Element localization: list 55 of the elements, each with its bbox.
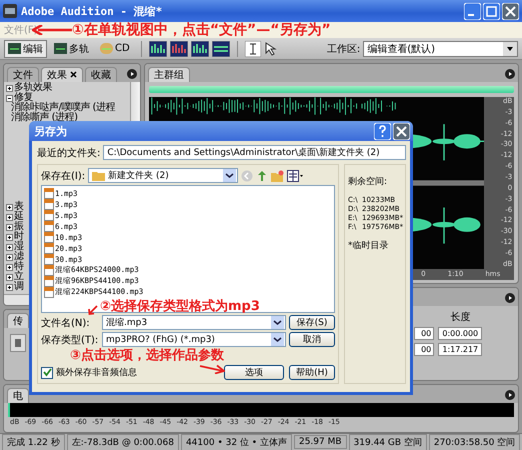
- tree-item[interactable]: 立: [14, 272, 24, 282]
- status-field: 44100 • 32 位 • 立体声: [180, 434, 292, 450]
- workspace-dropdown[interactable]: 编辑查看(默认): [363, 40, 518, 56]
- annotation-text: ③点击选项，选择作品参数: [70, 348, 224, 364]
- checkbox-label[interactable]: 额外保存非音频信息: [56, 366, 137, 379]
- tree-item[interactable]: 消除咔哒声/噗噗声 (进程: [11, 103, 115, 113]
- panel-tab[interactable]: 传: [7, 312, 29, 328]
- tree-item[interactable]: 湿: [14, 242, 24, 252]
- footnote: *临时目录: [348, 240, 390, 252]
- file-type-dropdown[interactable]: mp3PRO? (FhG) (*.mp3): [102, 332, 286, 347]
- status-field: 270:03:58.50 空间: [428, 434, 520, 450]
- tree-item[interactable]: 时: [14, 232, 24, 242]
- tree-item[interactable]: 振: [14, 222, 24, 232]
- annotation-text: ②选择保存类型格式为mp3: [100, 299, 260, 315]
- panel-tab[interactable]: 主群组: [148, 66, 190, 82]
- annotation-text: ①在单轨视图中，点击“文件”—“另存为”: [72, 22, 331, 38]
- filename-field[interactable]: 混缩.mp3: [102, 315, 286, 330]
- time-field[interactable]: 00: [414, 343, 434, 356]
- tree-item[interactable]: 滤: [14, 252, 24, 262]
- help-button[interactable]: 帮助(H): [289, 365, 335, 380]
- field-label: 保存类型(T):: [41, 334, 99, 346]
- field-label: 文件名(N):: [41, 316, 91, 330]
- cancel-button[interactable]: 取消: [289, 332, 335, 347]
- save-button[interactable]: 保存(S): [289, 315, 335, 330]
- window-title: Adobe Audition - 混缩*: [21, 4, 164, 18]
- dialog-title: 另存为: [34, 124, 68, 138]
- status-field: 左:-78.3dB @ 0:00.068: [66, 434, 179, 450]
- panel-tab[interactable]: 效果: [41, 66, 83, 82]
- mode-button[interactable]: CD: [96, 41, 134, 56]
- tree-item[interactable]: 表: [14, 202, 24, 212]
- status-field: 完成 1.22 秒: [2, 434, 65, 450]
- tree-item[interactable]: 延: [14, 212, 24, 222]
- field-label: 保存在(I):: [41, 170, 86, 182]
- tree-item[interactable]: 调: [14, 282, 24, 292]
- workspace-label: 工作区:: [326, 42, 360, 56]
- status-field: 25.97 MB: [294, 435, 347, 449]
- time-field[interactable]: 00: [414, 327, 434, 340]
- folder-dropdown[interactable]: 新建文件夹 (2): [88, 168, 238, 183]
- mode-button[interactable]: 多轨: [50, 40, 93, 58]
- column-header: 长度: [449, 310, 472, 324]
- panel-tab[interactable]: 电: [7, 388, 29, 402]
- disk-space-title: 剩余空间:: [348, 176, 388, 188]
- time-field[interactable]: 0:00.000: [438, 327, 482, 340]
- tree-item[interactable]: 修复: [14, 93, 33, 103]
- tree-item[interactable]: 消除嘶声 (进程): [11, 113, 78, 123]
- tree-item[interactable]: 特: [14, 262, 24, 272]
- time-field[interactable]: 1:17.217: [438, 343, 482, 356]
- panel-tab[interactable]: 文件: [7, 66, 39, 82]
- tree-item[interactable]: 多轨效果: [14, 83, 52, 93]
- panel-tab[interactable]: 收藏: [85, 66, 117, 82]
- status-field: 319.44 GB 空间: [348, 434, 427, 450]
- field-label: 最近的文件夹:: [37, 146, 100, 160]
- mode-button[interactable]: 编辑: [4, 40, 47, 58]
- path-field[interactable]: C:\Documents and Settings\Administrator\桌面\新建文件夹 (2): [103, 145, 406, 160]
- options-button[interactable]: 选项: [224, 365, 284, 380]
